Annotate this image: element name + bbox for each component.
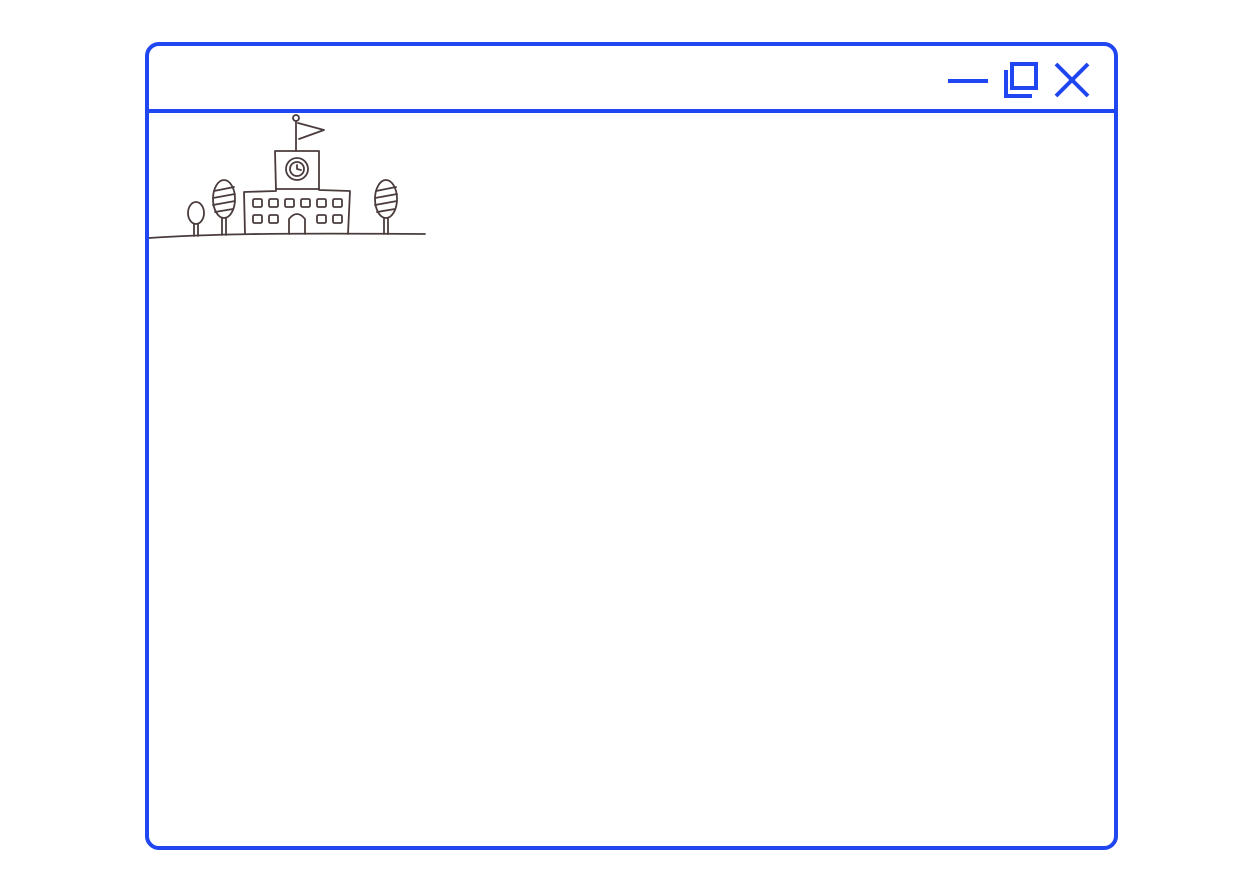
window-controls [948, 60, 1092, 100]
title-bar[interactable] [149, 46, 1114, 113]
minimize-icon[interactable] [948, 60, 988, 100]
close-icon[interactable] [1052, 60, 1092, 100]
school-building-illustration [149, 114, 426, 239]
restore-icon[interactable] [1000, 60, 1040, 100]
window-content [149, 113, 1114, 846]
app-window [145, 42, 1118, 850]
